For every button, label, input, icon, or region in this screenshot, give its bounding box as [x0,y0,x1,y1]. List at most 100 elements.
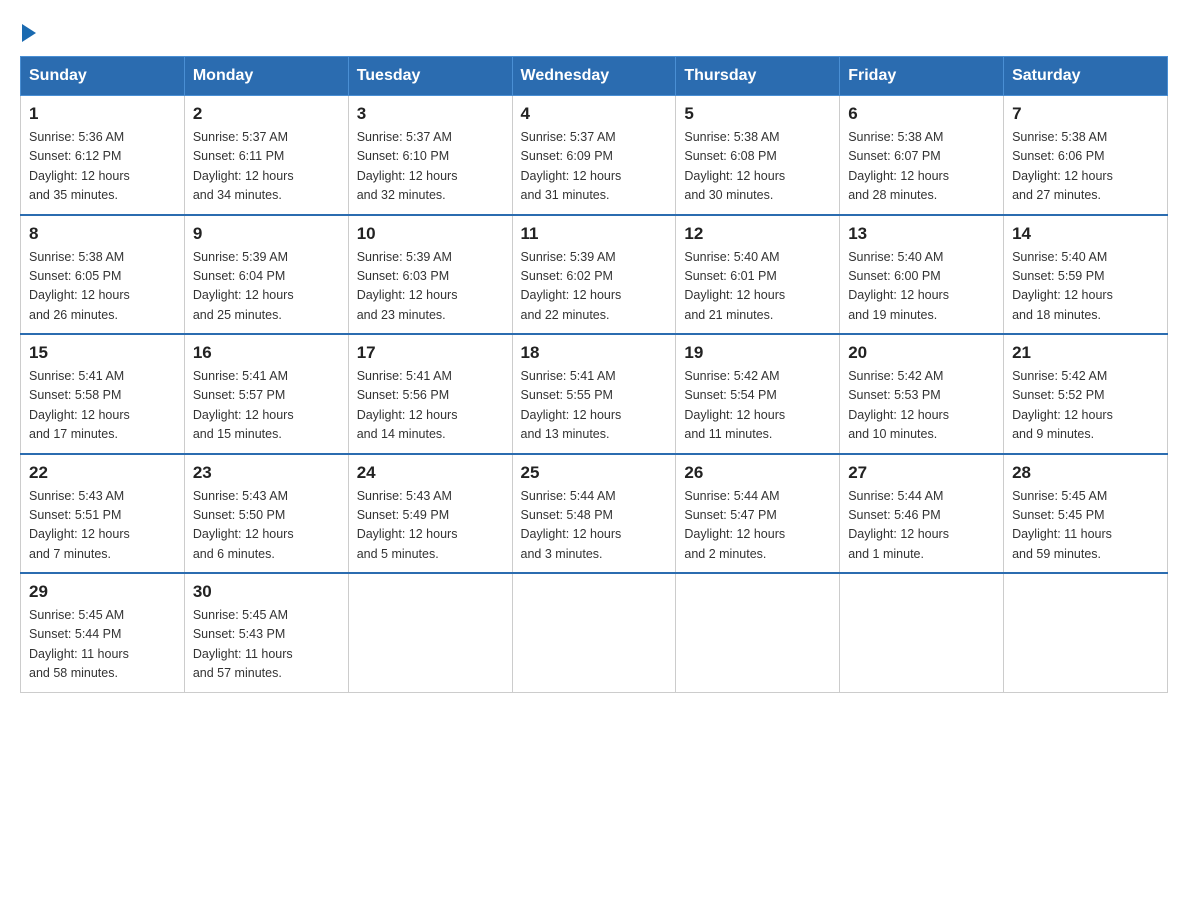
calendar-cell: 6 Sunrise: 5:38 AMSunset: 6:07 PMDayligh… [840,96,1004,215]
calendar-cell: 19 Sunrise: 5:42 AMSunset: 5:54 PMDaylig… [676,334,840,454]
day-info: Sunrise: 5:36 AMSunset: 6:12 PMDaylight:… [29,130,130,202]
calendar-cell: 7 Sunrise: 5:38 AMSunset: 6:06 PMDayligh… [1004,96,1168,215]
day-number: 25 [521,463,668,483]
day-number: 18 [521,343,668,363]
day-info: Sunrise: 5:44 AMSunset: 5:48 PMDaylight:… [521,489,622,561]
day-number: 1 [29,104,176,124]
calendar-cell: 28 Sunrise: 5:45 AMSunset: 5:45 PMDaylig… [1004,454,1168,574]
calendar-cell: 13 Sunrise: 5:40 AMSunset: 6:00 PMDaylig… [840,215,1004,335]
calendar-cell: 5 Sunrise: 5:38 AMSunset: 6:08 PMDayligh… [676,96,840,215]
day-info: Sunrise: 5:38 AMSunset: 6:06 PMDaylight:… [1012,130,1113,202]
day-info: Sunrise: 5:37 AMSunset: 6:09 PMDaylight:… [521,130,622,202]
day-info: Sunrise: 5:39 AMSunset: 6:02 PMDaylight:… [521,250,622,322]
day-number: 21 [1012,343,1159,363]
day-number: 5 [684,104,831,124]
calendar-cell: 4 Sunrise: 5:37 AMSunset: 6:09 PMDayligh… [512,96,676,215]
day-info: Sunrise: 5:44 AMSunset: 5:46 PMDaylight:… [848,489,949,561]
weekday-header-tuesday: Tuesday [348,57,512,96]
calendar-cell: 29 Sunrise: 5:45 AMSunset: 5:44 PMDaylig… [21,573,185,692]
day-info: Sunrise: 5:43 AMSunset: 5:49 PMDaylight:… [357,489,458,561]
day-info: Sunrise: 5:38 AMSunset: 6:05 PMDaylight:… [29,250,130,322]
day-number: 9 [193,224,340,244]
calendar-week-row: 29 Sunrise: 5:45 AMSunset: 5:44 PMDaylig… [21,573,1168,692]
weekday-header-friday: Friday [840,57,1004,96]
day-number: 13 [848,224,995,244]
day-info: Sunrise: 5:41 AMSunset: 5:58 PMDaylight:… [29,369,130,441]
day-info: Sunrise: 5:43 AMSunset: 5:51 PMDaylight:… [29,489,130,561]
calendar-cell: 23 Sunrise: 5:43 AMSunset: 5:50 PMDaylig… [184,454,348,574]
calendar-cell: 24 Sunrise: 5:43 AMSunset: 5:49 PMDaylig… [348,454,512,574]
calendar-cell: 3 Sunrise: 5:37 AMSunset: 6:10 PMDayligh… [348,96,512,215]
calendar-cell: 8 Sunrise: 5:38 AMSunset: 6:05 PMDayligh… [21,215,185,335]
calendar-cell [348,573,512,692]
weekday-header-wednesday: Wednesday [512,57,676,96]
day-number: 23 [193,463,340,483]
day-info: Sunrise: 5:45 AMSunset: 5:45 PMDaylight:… [1012,489,1112,561]
calendar-cell: 22 Sunrise: 5:43 AMSunset: 5:51 PMDaylig… [21,454,185,574]
day-info: Sunrise: 5:42 AMSunset: 5:53 PMDaylight:… [848,369,949,441]
calendar-cell: 2 Sunrise: 5:37 AMSunset: 6:11 PMDayligh… [184,96,348,215]
day-number: 15 [29,343,176,363]
calendar-cell [840,573,1004,692]
calendar-week-row: 15 Sunrise: 5:41 AMSunset: 5:58 PMDaylig… [21,334,1168,454]
calendar-cell: 12 Sunrise: 5:40 AMSunset: 6:01 PMDaylig… [676,215,840,335]
day-info: Sunrise: 5:39 AMSunset: 6:04 PMDaylight:… [193,250,294,322]
day-info: Sunrise: 5:37 AMSunset: 6:11 PMDaylight:… [193,130,294,202]
calendar-cell: 18 Sunrise: 5:41 AMSunset: 5:55 PMDaylig… [512,334,676,454]
logo-arrow-icon [22,24,36,42]
calendar-table: SundayMondayTuesdayWednesdayThursdayFrid… [20,56,1168,693]
day-number: 2 [193,104,340,124]
day-number: 3 [357,104,504,124]
day-info: Sunrise: 5:40 AMSunset: 6:00 PMDaylight:… [848,250,949,322]
day-number: 4 [521,104,668,124]
day-number: 30 [193,582,340,602]
weekday-header-monday: Monday [184,57,348,96]
day-info: Sunrise: 5:45 AMSunset: 5:44 PMDaylight:… [29,608,129,680]
calendar-cell: 16 Sunrise: 5:41 AMSunset: 5:57 PMDaylig… [184,334,348,454]
day-info: Sunrise: 5:37 AMSunset: 6:10 PMDaylight:… [357,130,458,202]
day-number: 24 [357,463,504,483]
day-number: 28 [1012,463,1159,483]
calendar-cell: 10 Sunrise: 5:39 AMSunset: 6:03 PMDaylig… [348,215,512,335]
day-number: 6 [848,104,995,124]
calendar-cell: 20 Sunrise: 5:42 AMSunset: 5:53 PMDaylig… [840,334,1004,454]
day-info: Sunrise: 5:41 AMSunset: 5:56 PMDaylight:… [357,369,458,441]
day-info: Sunrise: 5:43 AMSunset: 5:50 PMDaylight:… [193,489,294,561]
calendar-cell: 30 Sunrise: 5:45 AMSunset: 5:43 PMDaylig… [184,573,348,692]
calendar-week-row: 8 Sunrise: 5:38 AMSunset: 6:05 PMDayligh… [21,215,1168,335]
day-number: 8 [29,224,176,244]
day-number: 20 [848,343,995,363]
calendar-cell [676,573,840,692]
day-number: 11 [521,224,668,244]
logo [20,20,36,38]
day-number: 19 [684,343,831,363]
calendar-cell: 9 Sunrise: 5:39 AMSunset: 6:04 PMDayligh… [184,215,348,335]
day-info: Sunrise: 5:45 AMSunset: 5:43 PMDaylight:… [193,608,293,680]
day-number: 27 [848,463,995,483]
day-info: Sunrise: 5:41 AMSunset: 5:55 PMDaylight:… [521,369,622,441]
weekday-header-row: SundayMondayTuesdayWednesdayThursdayFrid… [21,57,1168,96]
day-number: 16 [193,343,340,363]
calendar-cell: 11 Sunrise: 5:39 AMSunset: 6:02 PMDaylig… [512,215,676,335]
day-number: 29 [29,582,176,602]
calendar-cell: 1 Sunrise: 5:36 AMSunset: 6:12 PMDayligh… [21,96,185,215]
day-number: 14 [1012,224,1159,244]
day-number: 12 [684,224,831,244]
day-info: Sunrise: 5:38 AMSunset: 6:07 PMDaylight:… [848,130,949,202]
day-info: Sunrise: 5:44 AMSunset: 5:47 PMDaylight:… [684,489,785,561]
page-header [20,20,1168,38]
day-number: 22 [29,463,176,483]
day-number: 10 [357,224,504,244]
calendar-week-row: 1 Sunrise: 5:36 AMSunset: 6:12 PMDayligh… [21,96,1168,215]
day-info: Sunrise: 5:42 AMSunset: 5:54 PMDaylight:… [684,369,785,441]
day-number: 26 [684,463,831,483]
calendar-cell: 26 Sunrise: 5:44 AMSunset: 5:47 PMDaylig… [676,454,840,574]
calendar-cell: 14 Sunrise: 5:40 AMSunset: 5:59 PMDaylig… [1004,215,1168,335]
calendar-cell: 15 Sunrise: 5:41 AMSunset: 5:58 PMDaylig… [21,334,185,454]
calendar-cell: 21 Sunrise: 5:42 AMSunset: 5:52 PMDaylig… [1004,334,1168,454]
calendar-week-row: 22 Sunrise: 5:43 AMSunset: 5:51 PMDaylig… [21,454,1168,574]
day-info: Sunrise: 5:40 AMSunset: 6:01 PMDaylight:… [684,250,785,322]
day-info: Sunrise: 5:38 AMSunset: 6:08 PMDaylight:… [684,130,785,202]
day-number: 7 [1012,104,1159,124]
calendar-cell [1004,573,1168,692]
